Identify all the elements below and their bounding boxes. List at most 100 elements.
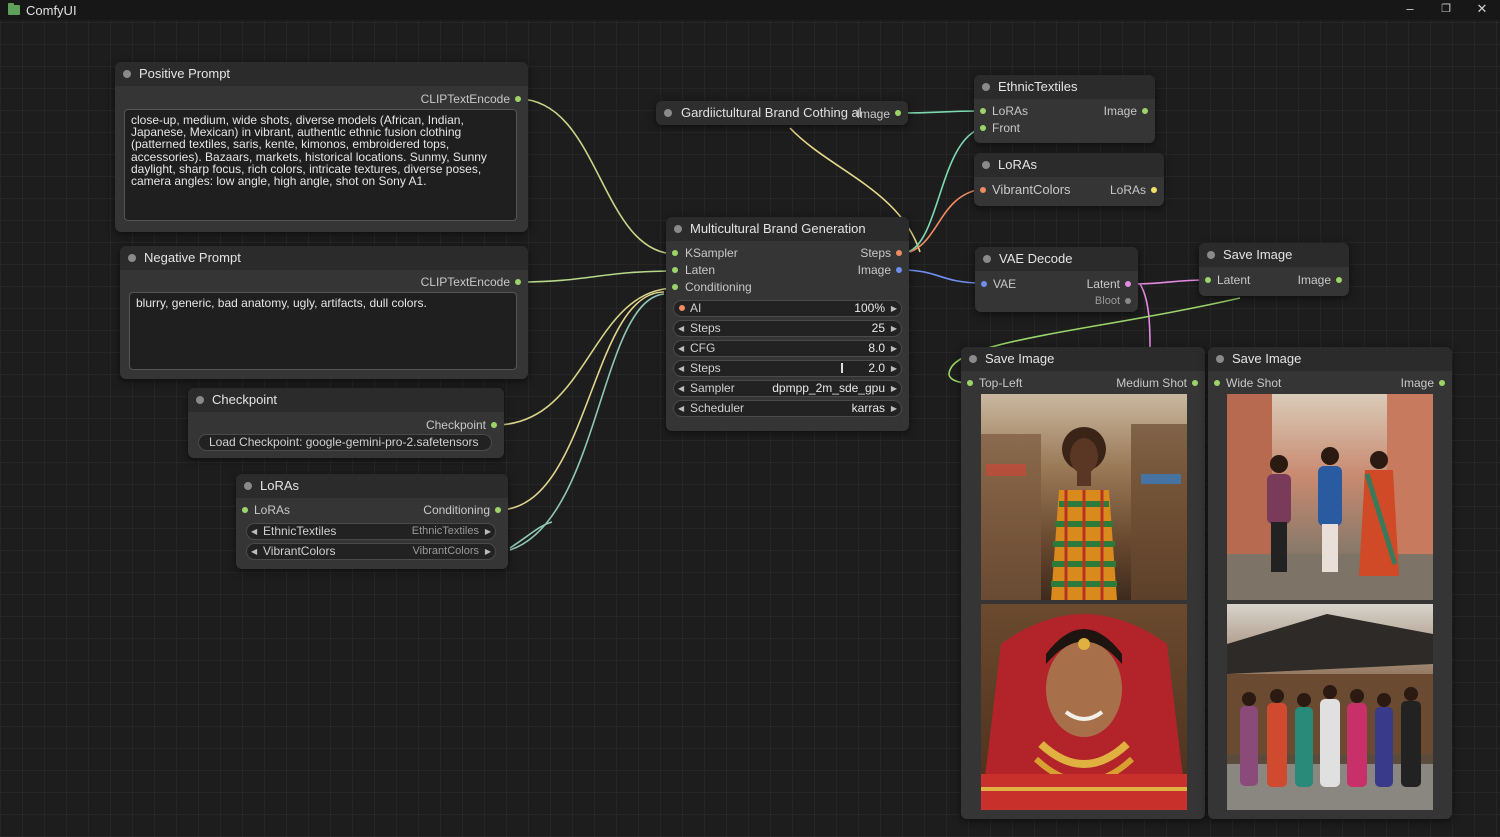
arrow-right-icon[interactable]: ▶ (891, 381, 897, 396)
arrow-right-icon[interactable]: ▶ (485, 544, 491, 559)
restore-icon[interactable]: ❐ (1428, 0, 1464, 20)
input-slot-loras[interactable] (980, 108, 986, 114)
arrow-left-icon[interactable]: ◀ (678, 401, 684, 416)
steps-denoise-widget[interactable]: ◀ Steps 2.0 ▶ (673, 360, 902, 377)
node-collapse-dot[interactable] (664, 109, 672, 117)
output-slot-latent[interactable] (1125, 281, 1131, 287)
generated-image-street-walk[interactable] (1227, 394, 1433, 600)
output-slot[interactable] (1336, 277, 1342, 283)
arrow-right-icon[interactable]: ▶ (485, 524, 491, 539)
node-title[interactable]: Multicultural Brand Generation (666, 217, 909, 241)
generated-image-market-portrait[interactable] (981, 394, 1187, 600)
node-title[interactable]: LoRAs (974, 153, 1164, 177)
loras-node[interactable]: LoRAs LoRAs Conditioning ◀ EthnicTextile… (236, 474, 508, 569)
checkpoint-node[interactable]: Checkpoint Checkpoint Load Checkpoint: g… (188, 388, 504, 458)
input-slot-front[interactable] (980, 125, 986, 131)
generated-image-group-shot[interactable] (1227, 604, 1433, 810)
wire-ethnic-front-to-generation (907, 127, 983, 253)
node-title[interactable]: Negative Prompt (120, 246, 528, 270)
node-title[interactable]: Save Image (1199, 243, 1349, 267)
output-slot[interactable] (515, 96, 521, 102)
input-slot-laten[interactable] (672, 267, 678, 273)
node-title[interactable]: LoRAs (236, 474, 508, 498)
clip-output-label: CLIPTextEncode (420, 92, 510, 106)
arrow-right-icon[interactable]: ▶ (891, 361, 897, 376)
cfg-widget[interactable]: ◀ CFG 8.0 ▶ (673, 340, 902, 357)
save-image-wideshot-node[interactable]: Save Image Wide Shot Image (1208, 347, 1452, 819)
wire-loras-tail (509, 521, 553, 549)
output-slot[interactable] (1439, 380, 1445, 386)
minimize-icon[interactable]: – (1392, 0, 1428, 20)
negative-prompt-input[interactable]: blurry, generic, bad anatomy, ugly, arti… (129, 292, 517, 370)
input-slot-conditioning[interactable] (672, 284, 678, 290)
arrow-left-icon[interactable]: ◀ (678, 321, 684, 336)
arrow-right-icon[interactable]: ▶ (891, 301, 897, 316)
brand-generation-node[interactable]: Multicultural Brand Generation KSampler … (666, 217, 909, 431)
topleft-input-label: Top-Left (979, 376, 1023, 390)
output-slot-bloot[interactable] (1125, 298, 1131, 304)
input-slot-vae[interactable] (981, 281, 987, 287)
cultural-brand-node[interactable]: Gardiictultural Brand Cothing al Image (656, 101, 908, 125)
node-title[interactable]: Checkpoint (188, 388, 504, 412)
node-title[interactable]: Save Image (961, 347, 1205, 371)
output-slot-steps[interactable] (896, 250, 902, 256)
generated-image-bridal-portrait[interactable] (981, 604, 1187, 810)
arrow-left-icon[interactable]: ◀ (251, 544, 257, 559)
output-slot-image[interactable] (896, 267, 902, 273)
input-slot-latent[interactable] (1205, 277, 1211, 283)
input-slot-ksampler[interactable] (672, 250, 678, 256)
input-slot[interactable] (1214, 380, 1220, 386)
lora-vibrantcolors-widget[interactable]: ◀ VibrantColors VibrantColors ▶ (246, 543, 496, 560)
node-title[interactable]: VAE Decode (975, 247, 1138, 271)
node-title[interactable]: EthnicTextiles (974, 75, 1155, 99)
negative-prompt-node[interactable]: Negative Prompt CLIPTextEncode blurry, g… (120, 246, 528, 379)
lora-ethnictextiles-widget[interactable]: ◀ EthnicTextiles EthnicTextiles ▶ (246, 523, 496, 540)
arrow-left-icon[interactable]: ◀ (678, 381, 684, 396)
output-slot[interactable] (515, 279, 521, 285)
wire-loras-vibrant-to-generation (509, 293, 665, 551)
close-icon[interactable]: ✕ (1464, 0, 1500, 20)
output-slot[interactable] (491, 422, 497, 428)
save-image-topleft-node[interactable]: Save Image Top-Left Medium Shot (961, 347, 1205, 819)
vae-decode-node[interactable]: VAE Decode VAE Latent Bloot (975, 247, 1138, 312)
positive-prompt-input[interactable]: close-up, medium, wide shots, diverse mo… (124, 109, 517, 221)
checkpoint-value: Load Checkpoint: google-gemini-pro-2.saf… (209, 435, 479, 449)
market-portrait-illustration (981, 424, 1187, 600)
node-title[interactable]: Save Image (1208, 347, 1452, 371)
input-slot[interactable] (242, 507, 248, 513)
arrow-left-icon[interactable]: ◀ (678, 341, 684, 356)
output-slot[interactable] (1151, 187, 1157, 193)
loras-vibrantcolors-node[interactable]: LoRAs VibrantColors LoRAs (974, 153, 1164, 206)
vae-input-label: VAE (993, 277, 1017, 291)
arrow-right-icon[interactable]: ▶ (891, 401, 897, 416)
arrow-left-icon[interactable]: ◀ (678, 361, 684, 376)
widget-value: 100% (854, 301, 885, 315)
load-checkpoint-select[interactable]: Load Checkpoint: google-gemini-pro-2.saf… (198, 434, 492, 451)
wire-brand-to-ethnic (899, 110, 983, 114)
window-title: ComfyUI (26, 2, 77, 18)
slider-handle[interactable] (841, 363, 843, 373)
save-image-node[interactable]: Save Image Latent Image (1199, 243, 1349, 296)
input-slot[interactable] (980, 187, 986, 193)
sampler-widget[interactable]: ◀ Sampler dpmpp_2m_sde_gpu ▶ (673, 380, 902, 397)
arrow-right-icon[interactable]: ▶ (891, 321, 897, 336)
output-slot[interactable] (895, 110, 901, 116)
ai-strength-widget[interactable]: AI 100% ▶ (673, 300, 902, 317)
node-title[interactable]: Positive Prompt (115, 62, 528, 86)
arrow-left-icon[interactable]: ◀ (251, 524, 257, 539)
arrow-right-icon[interactable]: ▶ (891, 341, 897, 356)
output-slot[interactable] (495, 507, 501, 513)
loras-output-label: LoRAs (1109, 183, 1146, 197)
laten-input-label: Laten (685, 263, 716, 277)
image-output-label: Image (1400, 376, 1434, 390)
scheduler-widget[interactable]: ◀ Scheduler karras ▶ (673, 400, 902, 417)
image-output-label: Image (1103, 104, 1137, 118)
input-slot[interactable] (967, 380, 973, 386)
output-slot[interactable] (1192, 380, 1198, 386)
widget-label: Scheduler (690, 401, 745, 415)
steps-widget[interactable]: ◀ Steps 25 ▶ (673, 320, 902, 337)
ethnictextiles-node[interactable]: EthnicTextiles LoRAs Front Image (974, 75, 1155, 143)
wire-vae-to-save-left (1139, 283, 1151, 349)
positive-prompt-node[interactable]: Positive Prompt CLIPTextEncode close-up,… (115, 62, 528, 232)
output-slot[interactable] (1142, 108, 1148, 114)
